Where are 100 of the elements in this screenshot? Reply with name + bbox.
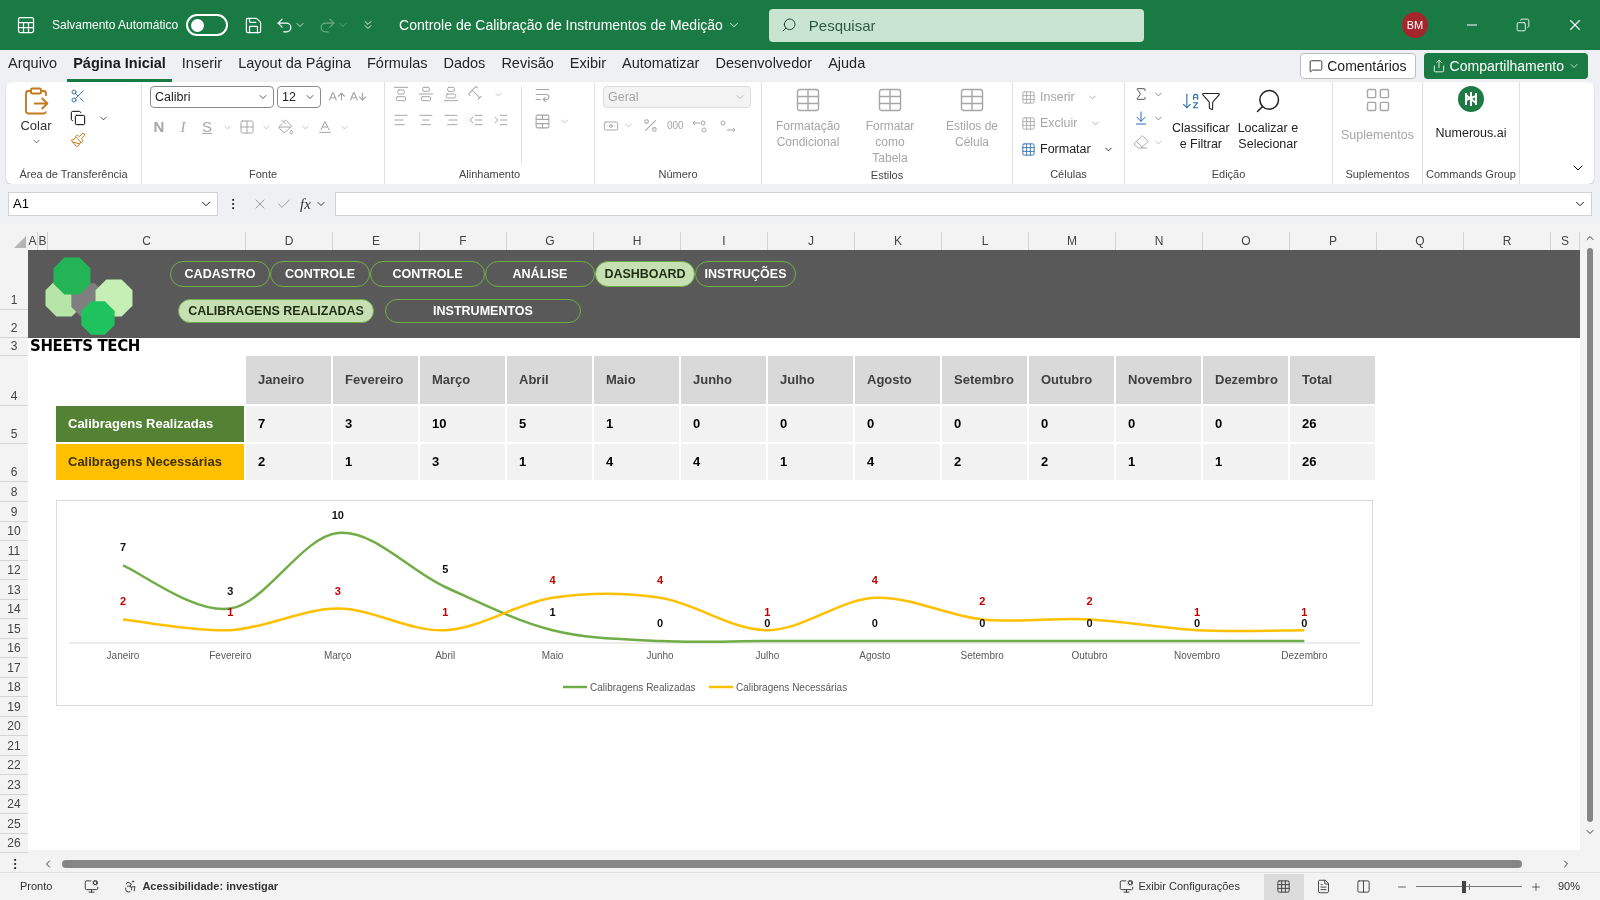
data-label: 1 (549, 606, 556, 619)
autosave-label: Salvamento Automático (52, 17, 179, 34)
fill-down-icon[interactable] (1133, 110, 1149, 126)
slider-thumb[interactable] (1461, 880, 1466, 893)
normal-view-icon[interactable] (1263, 873, 1304, 900)
menu-tab[interactable]: Fórmulas (361, 53, 434, 82)
view-icon (1316, 879, 1332, 894)
legend-swatch (563, 685, 587, 689)
data-label: 2 (1086, 595, 1093, 608)
accessibility-icon[interactable] (123, 879, 139, 894)
table-grid-icon (876, 86, 904, 114)
data-label: 0 (1301, 617, 1308, 629)
data-label: 10 (331, 509, 344, 521)
numerous-button[interactable]: Numerous.ai (1431, 86, 1511, 164)
zoom-slider[interactable] (1415, 879, 1522, 894)
search-field[interactable]: Pesquisar (768, 8, 1144, 42)
axis-label: Setembro (960, 650, 1004, 661)
table-cell: 1 (768, 444, 853, 480)
nav-button[interactable]: DASHBOARD (595, 261, 695, 287)
column-header: Maio (594, 356, 679, 404)
accessibility-status[interactable]: Acessibilidade: investigar (142, 878, 279, 895)
group-label: Número (658, 166, 698, 182)
menu-tab[interactable]: Dados (437, 53, 492, 82)
menu-tab[interactable]: Automatizar (616, 53, 706, 82)
autosave-toggle[interactable] (186, 14, 229, 36)
comment-icon[interactable] (1309, 59, 1324, 73)
decimal-decrease-icon[interactable] (717, 117, 736, 134)
column-header: Julho (768, 356, 853, 404)
menu-tab[interactable]: Arquivo (2, 53, 64, 82)
fill-color-icon[interactable] (278, 119, 294, 136)
restore-icon[interactable] (1516, 18, 1530, 32)
menu-tab[interactable]: Desenvolvedor (709, 53, 819, 82)
zoom-in-icon[interactable] (1529, 880, 1542, 893)
menu-tab[interactable]: Exibir (563, 53, 613, 82)
select-all-icon[interactable] (14, 236, 26, 248)
table-cell: 4 (855, 444, 940, 480)
table-cell: 7 (246, 406, 331, 442)
scissors-icon[interactable] (70, 88, 86, 104)
group-label: Suplementos (1345, 166, 1410, 182)
comments-button[interactable]: Comentários (1300, 53, 1416, 79)
table-cell: 1 (333, 444, 418, 480)
axis-label: Fevereiro (209, 650, 252, 661)
axis-label: Julho (755, 650, 780, 661)
decimal-increase-icon[interactable] (691, 117, 710, 134)
cells-button[interactable]: Formatar (1021, 138, 1114, 160)
sum-icon[interactable] (1133, 86, 1149, 102)
table-cell: 26 (1290, 406, 1375, 442)
table-cell: 4 (594, 444, 679, 480)
macro-icon[interactable] (84, 879, 100, 894)
data-label: 0 (764, 617, 771, 629)
column-header: Junho (681, 356, 766, 404)
axis-label: Dezembro (1281, 650, 1328, 661)
name-box[interactable]: A1 (8, 192, 218, 216)
eraser-icon[interactable] (1133, 134, 1149, 150)
table-cell: 5 (507, 406, 592, 442)
data-label: 0 (871, 617, 878, 629)
vertical-scrollbar-thumb[interactable] (1587, 248, 1593, 822)
status-text: Pronto (20, 879, 53, 895)
menu-tab[interactable]: Ajuda (822, 53, 872, 82)
save-icon[interactable] (244, 15, 264, 35)
column-header: Novembro (1116, 356, 1201, 404)
grid-icon (1021, 89, 1036, 105)
table-cell: 26 (1290, 444, 1375, 480)
copy-icon[interactable] (70, 110, 86, 126)
sort-filter-button[interactable]: Classificar e Filtrar (1172, 86, 1230, 164)
data-label: 0 (656, 617, 664, 629)
axis-label: Abril (435, 650, 456, 661)
table-cell: 0 (1029, 406, 1114, 442)
share-button[interactable]: Compartilhamento (1423, 53, 1588, 79)
menu-tab[interactable]: Inserir (175, 53, 229, 82)
legend-label: Calibragens Necessárias (736, 682, 848, 693)
document-title[interactable]: Controle de Calibração de Instrumentos de Medição (399, 14, 723, 36)
table-cell: 10 (420, 406, 505, 442)
menu-tab[interactable]: Revisão (495, 53, 560, 82)
find-select-button[interactable]: Localizar e Selecionar (1237, 86, 1299, 164)
zoom-percentage[interactable]: 90% (1557, 878, 1580, 895)
legend-swatch (709, 685, 733, 689)
spreadsheet-icon[interactable] (16, 15, 36, 35)
table-cell: 3 (333, 406, 418, 442)
table-cell: 0 (942, 406, 1027, 442)
percent-icon[interactable] (642, 117, 659, 134)
table-cell: 0 (681, 406, 766, 442)
search-icon[interactable] (780, 16, 797, 33)
borders-icon[interactable] (239, 119, 255, 136)
user-avatar[interactable]: BM (1402, 12, 1428, 38)
insert-function-button[interactable]: fx (300, 192, 311, 216)
data-label: 3 (334, 584, 341, 597)
axis-label: Março (323, 650, 352, 661)
nav-button[interactable]: CALIBRAGENS REALIZADAS (178, 299, 374, 323)
horizontal-scrollbar-thumb[interactable] (62, 860, 1522, 868)
view-icon (1276, 879, 1292, 894)
share-icon[interactable] (1431, 59, 1446, 73)
menu-tab[interactable]: Layout da Página (232, 53, 357, 82)
axis-label: Maio (541, 650, 564, 661)
paintbrush-icon[interactable] (70, 132, 86, 148)
display-settings-link[interactable]: Exibir Configurações (1138, 878, 1240, 895)
display-settings-icon[interactable] (1119, 879, 1135, 894)
paste-button[interactable]: Colar (14, 86, 58, 164)
formula-input[interactable] (334, 192, 1592, 216)
font-color-icon[interactable] (317, 119, 333, 136)
